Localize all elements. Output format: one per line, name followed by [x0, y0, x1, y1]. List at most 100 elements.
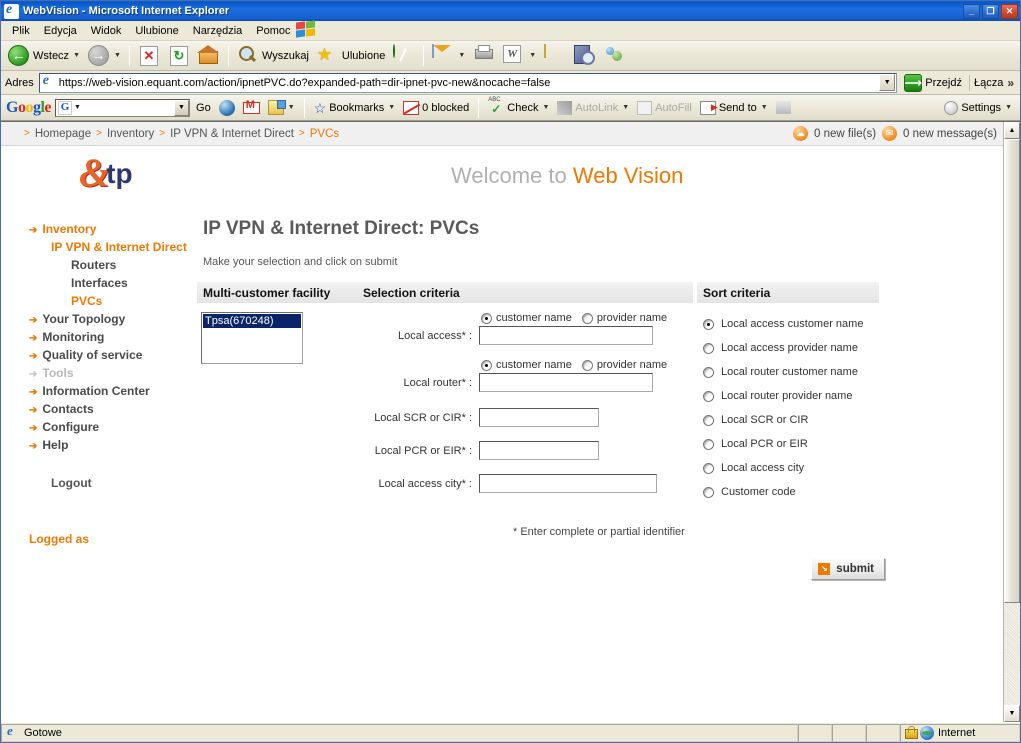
refresh-button[interactable]: ↻: [165, 43, 193, 69]
search-button[interactable]: Wyszukaj: [234, 43, 312, 69]
messenger-button[interactable]: [601, 43, 629, 69]
forward-button[interactable]: → ▼: [85, 43, 124, 69]
radio-icon[interactable]: [703, 438, 714, 450]
page-scrollbar[interactable]: ▲ ▼: [1003, 122, 1020, 722]
home-button[interactable]: [195, 43, 223, 69]
google-search-dropdown[interactable]: ▼: [174, 99, 190, 116]
spell-check-button[interactable]: Check▼: [486, 97, 551, 116]
radio-local-access-customer-name[interactable]: customer name: [481, 312, 572, 324]
sort-option-local-access-provider-name[interactable]: Local access provider name: [703, 336, 879, 360]
radio-icon[interactable]: [703, 342, 714, 354]
sort-option-local-access-city[interactable]: Local access city: [703, 456, 879, 480]
sidebar-item-routers[interactable]: Routers: [29, 256, 197, 274]
local-pcr-eir-input[interactable]: [479, 441, 599, 460]
google-go-label[interactable]: Go: [194, 101, 213, 115]
breadcrumb-item-inventory[interactable]: Inventory: [107, 128, 154, 140]
local-access-input[interactable]: [479, 326, 653, 345]
research-button[interactable]: [571, 43, 599, 69]
menu-item-pomoc[interactable]: Pomoc: [249, 23, 297, 39]
gmail-button[interactable]: [241, 100, 262, 115]
menu-item-narzedzia[interactable]: Narzędzia: [186, 23, 250, 39]
scrollbar-thumb[interactable]: [1004, 139, 1020, 604]
radio-icon[interactable]: [581, 312, 593, 324]
google-search-input[interactable]: G ▼ ▼: [55, 98, 191, 117]
favorites-button[interactable]: ★ Ulubione: [314, 43, 388, 69]
sidebar-item-information-center[interactable]: ➔ Information Center: [29, 382, 197, 400]
bookmarks-button[interactable]: ☆ Bookmarks ▼: [312, 100, 398, 116]
local-scr-cir-input[interactable]: [479, 408, 599, 427]
sidebar-item-tools[interactable]: ➔ Tools: [29, 364, 197, 382]
sidebar-item-help[interactable]: ➔ Help: [29, 436, 197, 454]
sort-option-local-access-customer-name[interactable]: Local access customer name: [703, 312, 879, 336]
radio-icon[interactable]: [703, 366, 714, 378]
sort-option-local-router-customer-name[interactable]: Local router customer name: [703, 360, 879, 384]
radio-local-router-customer-name[interactable]: customer name: [481, 359, 572, 371]
radio-icon[interactable]: [703, 390, 714, 402]
restore-button[interactable]: ❐: [982, 3, 999, 19]
menu-item-widok[interactable]: Widok: [84, 23, 129, 39]
new-messages-label[interactable]: 0 new message(s): [903, 128, 997, 140]
radio-icon[interactable]: [581, 359, 593, 371]
highlight-button[interactable]: [774, 100, 793, 115]
list-item[interactable]: Tpsa(670248): [203, 314, 301, 328]
radio-icon[interactable]: [703, 486, 714, 498]
print-button[interactable]: [470, 43, 498, 69]
go-button[interactable]: ⟶ Przejdź: [900, 73, 966, 93]
send-to-button[interactable]: Send to▼: [698, 100, 770, 116]
sort-option-customer-code[interactable]: Customer code: [703, 480, 879, 504]
history-button[interactable]: [390, 43, 418, 69]
sort-option-local-pcr-or-eir[interactable]: Local PCR or EIR: [703, 432, 879, 456]
address-input[interactable]: https://web-vision.equant.com/action/ipn…: [38, 72, 898, 93]
google-settings-button[interactable]: Settings ▼: [942, 100, 1014, 116]
forward-arrow-icon: →: [88, 44, 110, 67]
sidebar-item-contacts[interactable]: ➔ Contacts: [29, 400, 197, 418]
minimize-button[interactable]: _: [963, 3, 980, 19]
radio-local-router-provider-name[interactable]: provider name: [581, 359, 667, 371]
breadcrumb-item-homepage[interactable]: Homepage: [35, 128, 91, 140]
menu-item-ulubione[interactable]: Ulubione: [128, 23, 185, 39]
new-files-label[interactable]: 0 new file(s): [814, 128, 876, 140]
local-router-input[interactable]: [479, 373, 653, 392]
breadcrumb-item-pvcs[interactable]: PVCs: [310, 128, 339, 140]
radio-icon[interactable]: [703, 318, 714, 330]
sidebar-item-configure[interactable]: ➔ Configure: [29, 418, 197, 436]
back-button[interactable]: ← Wstecz ▼: [5, 43, 83, 69]
autofill-button[interactable]: AutoFill: [635, 100, 694, 116]
sidebar-item-your-topology[interactable]: ➔ Your Topology: [29, 310, 197, 328]
sidebar-item-quality-of-service[interactable]: ➔ Quality of service: [29, 346, 197, 364]
menu-item-plik[interactable]: Plik: [5, 23, 37, 39]
submit-button[interactable]: ↘ submit: [811, 558, 885, 580]
radio-icon[interactable]: [481, 312, 492, 324]
edit-word-button[interactable]: W ▼: [500, 43, 539, 69]
address-dropdown-button[interactable]: ▼: [879, 74, 896, 91]
stop-button[interactable]: ✕: [135, 43, 163, 69]
scroll-down-button[interactable]: ▼: [1004, 705, 1020, 722]
local-access-city-input[interactable]: [479, 474, 657, 493]
logout-link[interactable]: Logout: [29, 476, 197, 490]
breadcrumb-item-ipvpn[interactable]: IP VPN & Internet Direct: [170, 128, 294, 140]
sidebar-item-interfaces[interactable]: Interfaces: [29, 274, 197, 292]
sidebar-item-ip-vpn-internet-direct[interactable]: IP VPN & Internet Direct: [29, 238, 197, 256]
sidebar-item-pvcs[interactable]: PVCs: [29, 292, 197, 310]
sidebar-item-monitoring[interactable]: ➔ Monitoring: [29, 328, 197, 346]
notes-button[interactable]: [541, 43, 569, 69]
radio-icon[interactable]: [703, 462, 714, 474]
google-earth-button[interactable]: [217, 99, 237, 117]
scroll-up-button[interactable]: ▲: [1004, 122, 1020, 139]
facility-listbox[interactable]: Tpsa(670248): [201, 312, 303, 364]
close-button[interactable]: ✕: [1001, 3, 1018, 19]
sort-option-local-scr-or-cir[interactable]: Local SCR or CIR: [703, 408, 879, 432]
links-button[interactable]: Łącza »: [968, 74, 1018, 91]
radio-icon[interactable]: [481, 359, 492, 371]
mail-button[interactable]: ▼: [429, 43, 468, 69]
scrollbar-track[interactable]: [1004, 139, 1020, 705]
google-notebook-button[interactable]: ▼: [266, 99, 297, 116]
sort-option-local-router-provider-name[interactable]: Local router provider name: [703, 384, 879, 408]
menu-item-edycja[interactable]: Edycja: [37, 23, 84, 39]
radio-local-access-provider-name[interactable]: provider name: [581, 312, 667, 324]
autolink-button[interactable]: AutoLink ▼: [555, 100, 631, 116]
radio-icon[interactable]: [703, 414, 714, 426]
security-zone-cell[interactable]: Internet: [900, 723, 1020, 742]
popup-blocker-button[interactable]: 0 blocked: [401, 100, 471, 116]
sidebar-item-inventory[interactable]: ➔ Inventory: [29, 220, 197, 238]
